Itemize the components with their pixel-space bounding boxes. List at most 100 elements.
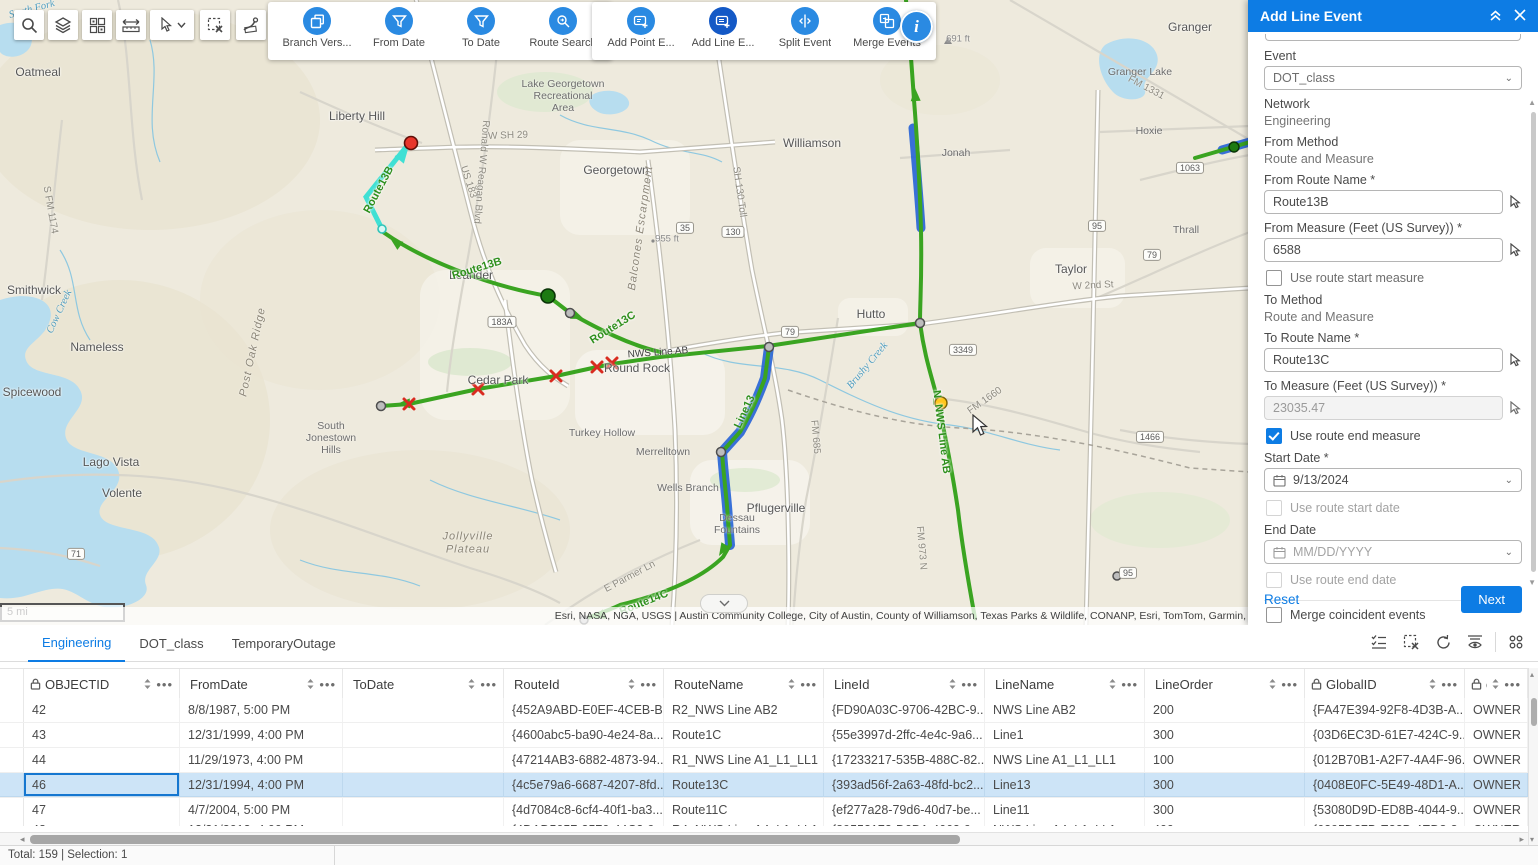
zoom-search-button[interactable] bbox=[14, 10, 44, 40]
from-measure-input[interactable]: 6588 bbox=[1264, 238, 1503, 262]
column-header-FromDate[interactable]: FromDate••• bbox=[180, 669, 343, 699]
clear-selection-button[interactable] bbox=[200, 10, 230, 40]
attribution-collapse-tab[interactable] bbox=[700, 594, 748, 613]
scrollbar-thumb[interactable] bbox=[1531, 698, 1537, 726]
table-options-button[interactable] bbox=[1502, 628, 1530, 656]
table-row[interactable]: 4411/29/1973, 4:00 PM{47214AB3-6882-4873… bbox=[0, 748, 1528, 773]
show-hide-columns-button[interactable] bbox=[1461, 628, 1489, 656]
table-row[interactable]: 4612/31/1994, 4:00 PM{4c5e79a6-6687-4207… bbox=[0, 773, 1528, 798]
column-menu-icon[interactable]: ••• bbox=[1121, 677, 1138, 692]
from-measure-label: From Measure (Feet (US Survey)) * bbox=[1264, 221, 1522, 235]
column-header-LineOrder[interactable]: LineOrder ••• bbox=[1145, 669, 1305, 699]
identify-route-button[interactable] bbox=[236, 10, 266, 40]
column-header-LineName[interactable]: LineName••• bbox=[985, 669, 1145, 699]
column-menu-icon[interactable]: ••• bbox=[319, 677, 336, 692]
vertical-scrollbar[interactable]: ▴ ▾ bbox=[1528, 668, 1538, 846]
next-button[interactable]: Next bbox=[1461, 586, 1522, 613]
table-row[interactable]: 4812/31/2013, 4:00 PM{4DAD5057-3570-44C2… bbox=[0, 818, 1528, 826]
pick-on-map-icon[interactable] bbox=[1509, 195, 1522, 209]
column-menu-icon[interactable]: ••• bbox=[961, 677, 978, 692]
table-cell: Route13C bbox=[664, 773, 824, 797]
sort-icon[interactable] bbox=[1491, 678, 1500, 690]
to-date-button[interactable]: To Date bbox=[442, 7, 520, 49]
column-header-RouteName[interactable]: RouteName••• bbox=[664, 669, 824, 699]
use-route-start-measure-row[interactable]: Use route start measure bbox=[1266, 270, 1522, 286]
column-menu-icon[interactable]: ••• bbox=[1504, 677, 1521, 692]
reset-button[interactable]: Reset bbox=[1264, 592, 1461, 607]
collapse-panel-icon[interactable] bbox=[1489, 9, 1502, 24]
use-route-start-date-row[interactable]: Use route start date bbox=[1266, 500, 1522, 516]
scroll-up-icon[interactable]: ▲ bbox=[1528, 98, 1536, 107]
branch-version-button[interactable]: Branch Vers... bbox=[278, 7, 356, 49]
end-date-input[interactable]: MM/DD/YYYY ⌄ bbox=[1264, 540, 1522, 564]
sort-icon[interactable] bbox=[1268, 678, 1277, 690]
column-menu-icon[interactable]: ••• bbox=[800, 677, 817, 692]
to-route-name-input[interactable]: Route13C bbox=[1264, 348, 1503, 372]
checkbox-checked[interactable] bbox=[1266, 428, 1282, 444]
column-header-LineId[interactable]: LineId••• bbox=[824, 669, 985, 699]
table-cell: OWNER bbox=[1465, 773, 1528, 797]
scroll-down-icon[interactable]: ▾ bbox=[1530, 835, 1534, 844]
refresh-button[interactable] bbox=[1429, 628, 1457, 656]
start-date-input[interactable]: 9/13/2024 ⌄ bbox=[1264, 468, 1522, 492]
pick-on-map-icon[interactable] bbox=[1509, 401, 1522, 415]
scroll-right-icon[interactable]: ▸ bbox=[1519, 834, 1524, 845]
sort-icon[interactable] bbox=[1428, 678, 1437, 690]
sort-icon[interactable] bbox=[1108, 678, 1117, 690]
table-cell: OWNER bbox=[1465, 723, 1528, 747]
horizontal-scrollbar[interactable]: ◂ ▸ bbox=[0, 832, 1528, 846]
pick-on-map-icon[interactable] bbox=[1509, 243, 1522, 257]
column-menu-icon[interactable]: ••• bbox=[640, 677, 657, 692]
scrollbar-thumb[interactable] bbox=[30, 835, 960, 844]
column-menu-icon[interactable]: ••• bbox=[480, 677, 497, 692]
split-event-button[interactable]: Split Event bbox=[766, 7, 844, 49]
sort-icon[interactable] bbox=[627, 678, 636, 690]
use-route-end-measure-row[interactable]: Use route end measure bbox=[1266, 428, 1522, 444]
sort-icon[interactable] bbox=[787, 678, 796, 690]
pick-on-map-icon[interactable] bbox=[1509, 353, 1522, 367]
chevron-down-icon: ⌄ bbox=[1505, 73, 1513, 84]
from-route-name-input[interactable]: Route13B bbox=[1264, 190, 1503, 214]
add-point-event-button[interactable]: Add Point E... bbox=[602, 7, 680, 49]
info-button[interactable]: i bbox=[900, 10, 933, 43]
checkbox-unchecked[interactable] bbox=[1266, 270, 1282, 286]
select-tool-button[interactable] bbox=[150, 10, 194, 40]
sort-icon[interactable] bbox=[143, 678, 152, 690]
table-cell bbox=[343, 698, 504, 722]
basemap-gallery-button[interactable] bbox=[82, 10, 112, 40]
tab-engineering[interactable]: Engineering bbox=[28, 625, 125, 662]
layers-button[interactable] bbox=[48, 10, 78, 40]
column-label: LineOrder bbox=[1155, 677, 1264, 692]
column-header-GlobalID[interactable]: GlobalID••• bbox=[1305, 669, 1465, 699]
column-header-ToDate[interactable]: ToDate••• bbox=[343, 669, 504, 699]
table-row[interactable]: 428/8/1987, 5:00 PM{452A9ABD-E0EF-4CEB-B… bbox=[0, 698, 1528, 723]
sort-icon[interactable] bbox=[467, 678, 476, 690]
route-search-button[interactable]: Route Search bbox=[524, 7, 602, 49]
column-header-RouteId[interactable]: RouteId••• bbox=[504, 669, 664, 699]
measure-button[interactable] bbox=[116, 10, 146, 40]
column-header-create[interactable]: create••• bbox=[1465, 669, 1528, 699]
table-row[interactable]: 4312/31/1999, 4:00 PM{4600abc5-ba90-4e24… bbox=[0, 723, 1528, 748]
sort-icon[interactable] bbox=[948, 678, 957, 690]
add-line-event-button[interactable]: Add Line E... bbox=[684, 7, 762, 49]
close-panel-icon[interactable] bbox=[1514, 9, 1526, 23]
tab-temporary-outage[interactable]: TemporaryOutage bbox=[218, 626, 350, 661]
route-search-icon bbox=[549, 7, 577, 35]
scroll-left-icon[interactable]: ◂ bbox=[20, 834, 25, 845]
column-menu-icon[interactable]: ••• bbox=[1441, 677, 1458, 692]
record-count-status: Total: 159 | Selection: 1 bbox=[0, 846, 335, 865]
panel-scrollbar[interactable] bbox=[1531, 112, 1536, 572]
show-selected-records-button[interactable] bbox=[1365, 628, 1393, 656]
map-canvas[interactable]: OatmealLiberty HillSmithwickNamelessSpic… bbox=[0, 0, 1250, 625]
from-date-button[interactable]: From Date bbox=[360, 7, 438, 49]
column-menu-icon[interactable]: ••• bbox=[156, 677, 173, 692]
tab-dot-class[interactable]: DOT_class bbox=[125, 626, 217, 661]
clear-table-selection-button[interactable] bbox=[1397, 628, 1425, 656]
scroll-up-icon[interactable]: ▴ bbox=[1530, 670, 1534, 679]
column-header-OBJECTID[interactable]: OBJECTID••• bbox=[24, 669, 180, 699]
sort-icon[interactable] bbox=[306, 678, 315, 690]
event-select[interactable]: DOT_class ⌄ bbox=[1264, 66, 1522, 90]
column-menu-icon[interactable]: ••• bbox=[1281, 677, 1298, 692]
scroll-down-icon[interactable]: ▼ bbox=[1528, 578, 1536, 587]
info-icon: i bbox=[914, 17, 919, 37]
